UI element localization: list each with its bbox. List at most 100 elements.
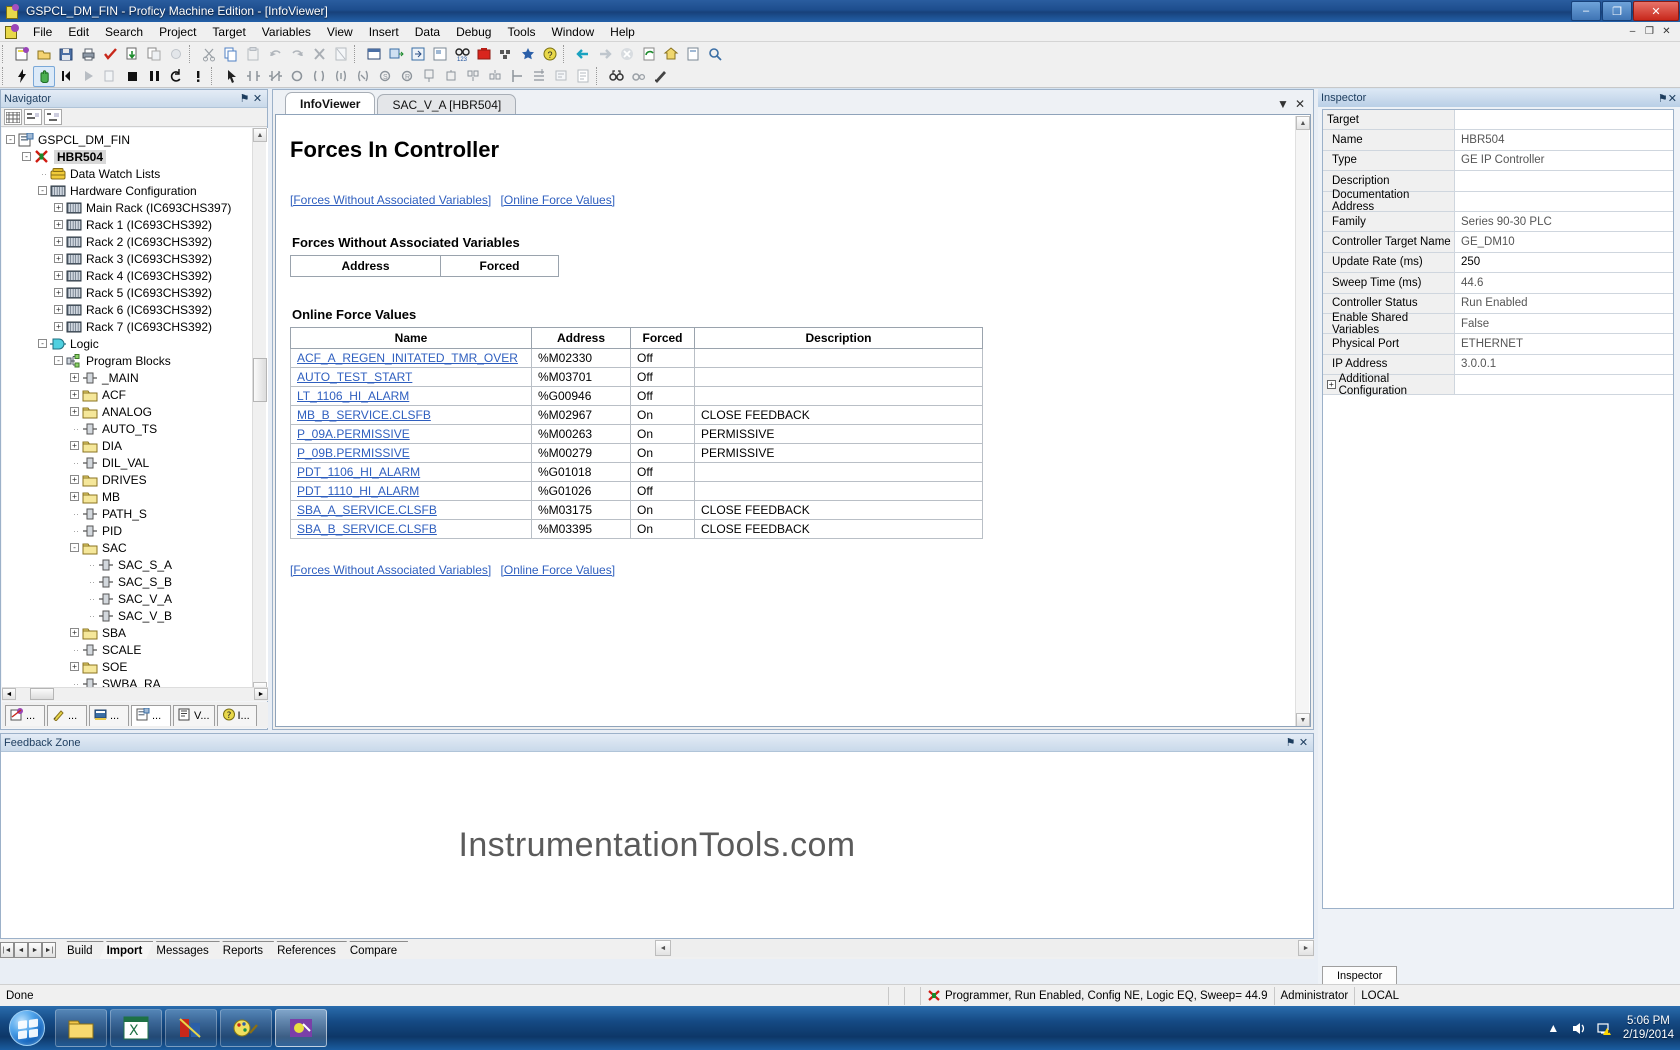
coil-negated-icon[interactable] <box>308 66 330 87</box>
inspector-row-type[interactable]: Type GE IP Controller <box>1323 150 1673 172</box>
copy-icon[interactable] <box>220 43 242 64</box>
variables-view-icon[interactable] <box>363 43 385 64</box>
stop-square-icon[interactable] <box>121 66 143 87</box>
import-icon[interactable] <box>407 43 429 64</box>
inspector-property-value[interactable]: 44.6 <box>1455 273 1673 293</box>
coil-set-icon[interactable]: S <box>374 66 396 87</box>
counter-up-icon[interactable] <box>462 66 484 87</box>
navigator-tab-manager[interactable]: ... <box>47 704 87 726</box>
mdi-restore-button[interactable]: ❐ <box>1642 24 1657 39</box>
watch-glasses-icon[interactable]: 123 <box>451 43 473 64</box>
tree-item-sba[interactable]: + SBA <box>6 624 268 641</box>
inspector-property-value[interactable]: GE_DM10 <box>1455 232 1673 252</box>
print-icon[interactable] <box>77 43 99 64</box>
tab-last-button[interactable]: ►| <box>42 942 56 958</box>
rewind-icon[interactable] <box>55 66 77 87</box>
inspector-property-value[interactable] <box>1455 171 1673 191</box>
tree-item-soe[interactable]: + SOE <box>6 658 268 675</box>
start-button[interactable] <box>2 1008 52 1048</box>
taskbar-item-explorer[interactable] <box>55 1009 107 1047</box>
tab-infoviewer[interactable]: InfoViewer <box>285 92 376 114</box>
navigator-tab-variables[interactable]: V... <box>173 704 215 726</box>
inspector-property-value[interactable]: 250 <box>1455 252 1673 273</box>
run-icon[interactable] <box>77 66 99 87</box>
inspector-close-icon[interactable]: ✕ <box>1668 92 1677 105</box>
coil-icon[interactable] <box>286 66 308 87</box>
upload-from-plc-icon[interactable] <box>143 43 165 64</box>
inspector-property-grid[interactable]: Target Name HBR504 Type GE IP Controller Desc… <box>1322 109 1674 909</box>
expand-icon[interactable]: + <box>70 475 79 484</box>
expand-icon[interactable]: + <box>70 407 79 416</box>
menu-data[interactable]: Data <box>407 23 448 41</box>
inspector-row-family[interactable]: Family Series 90-30 PLC <box>1323 211 1673 233</box>
menu-insert[interactable]: Insert <box>361 23 407 41</box>
validate-check-icon[interactable] <box>99 43 121 64</box>
tree-item-logic[interactable]: - Logic <box>6 335 268 352</box>
menu-project[interactable]: Project <box>151 23 204 41</box>
expand-icon[interactable]: + <box>70 492 79 501</box>
expand-icon[interactable]: + <box>54 203 63 212</box>
tree-item-path-s[interactable]: ·· PATH_S <box>6 505 268 522</box>
tree-item-analog[interactable]: + ANALOG <box>6 403 268 420</box>
inspector-row-documentation-address[interactable]: Documentation Address <box>1323 189 1673 213</box>
variable-link[interactable]: ACF_A_REGEN_INITATED_TMR_OVER <box>297 351 518 365</box>
inspector-row-target[interactable]: Target <box>1323 110 1673 131</box>
navigator-horizontal-scrollbar[interactable]: ◄ ► <box>2 687 268 701</box>
tree-item-scale[interactable]: ·· SCALE <box>6 641 268 658</box>
taskbar-item-excel[interactable]: X <box>110 1009 162 1047</box>
toolchest-icon[interactable] <box>473 43 495 64</box>
coil-pos-icon[interactable] <box>330 66 352 87</box>
scroll-up-arrow[interactable]: ▲ <box>253 128 267 142</box>
favorites-star-icon[interactable] <box>517 43 539 64</box>
navigator-pin-icon[interactable]: ⚑ <box>238 92 251 105</box>
pointer-icon[interactable] <box>220 66 242 87</box>
clock[interactable]: 5:06 PM 2/19/2014 <box>1623 1014 1674 1042</box>
comment-icon[interactable] <box>550 66 572 87</box>
expand-icon[interactable]: + <box>54 271 63 280</box>
edit-rung-icon[interactable] <box>572 66 594 87</box>
window-minimize-button[interactable]: – <box>1571 1 1601 21</box>
online-mode-icon[interactable] <box>165 43 187 64</box>
variable-link[interactable]: LT_1106_HI_ALARM <box>297 389 409 403</box>
tab-sac-v-a[interactable]: SAC_V_A [HBR504] <box>377 94 517 114</box>
toolbar-grip-4[interactable] <box>563 44 570 63</box>
alert-icon[interactable] <box>187 66 209 87</box>
hand-pan-icon[interactable] <box>33 65 55 87</box>
link-online-force-values-bottom[interactable]: [Online Force Values] <box>501 563 616 577</box>
tree-item-rack-5-ic693chs392[interactable]: + Rack 5 (IC693CHS392) <box>6 284 268 301</box>
goto-icon[interactable] <box>649 66 671 87</box>
find-next-icon[interactable] <box>627 66 649 87</box>
undo-icon[interactable] <box>264 43 286 64</box>
link-forces-without-associated-variables-top[interactable]: [Forces Without Associated Variables] <box>290 193 491 207</box>
tree-item-sac-s-b[interactable]: ·· SAC_S_B <box>6 573 268 590</box>
expand-icon[interactable]: + <box>54 220 63 229</box>
tree-item-main[interactable]: + _MAIN <box>6 369 268 386</box>
menu-tools[interactable]: Tools <box>499 23 543 41</box>
contact-no-icon[interactable] <box>242 66 264 87</box>
tree-item-mb[interactable]: + MB <box>6 488 268 505</box>
tree-item-drives[interactable]: + DRIVES <box>6 471 268 488</box>
coil-neg-icon[interactable] <box>352 66 374 87</box>
collapse-all-icon[interactable] <box>24 109 42 125</box>
inspector-property-value[interactable] <box>1455 191 1673 211</box>
collapse-icon[interactable]: - <box>22 152 31 161</box>
menu-view[interactable]: View <box>319 23 361 41</box>
inspector-bottom-tab[interactable]: Inspector <box>1322 966 1398 984</box>
expand-icon[interactable]: + <box>54 288 63 297</box>
tab-next-button[interactable]: ► <box>28 942 42 958</box>
back-icon[interactable] <box>572 43 594 64</box>
inspector-row-additional-configuration[interactable]: + Additional Configuration <box>1323 373 1673 397</box>
tree-item-rack-7-ic693chs392[interactable]: + Rack 7 (IC693CHS392) <box>6 318 268 335</box>
feedback-hscroll-left-arrow[interactable]: ◄ <box>655 940 671 956</box>
tab-first-button[interactable]: |◄ <box>0 942 14 958</box>
variable-link[interactable]: P_09B.PERMISSIVE <box>297 446 410 460</box>
reference-view-icon[interactable] <box>385 43 407 64</box>
properties-icon[interactable] <box>330 43 352 64</box>
tree-item-sac-v-a[interactable]: ·· SAC_V_A <box>6 590 268 607</box>
feedback-tab-import[interactable]: Import <box>100 941 154 959</box>
taskbar-item-paint[interactable] <box>220 1009 272 1047</box>
inspector-property-value[interactable]: HBR504 <box>1455 130 1673 150</box>
expand-icon[interactable]: + <box>54 254 63 263</box>
menu-edit[interactable]: Edit <box>60 23 97 41</box>
tree-item-sac[interactable]: - SAC <box>6 539 268 556</box>
